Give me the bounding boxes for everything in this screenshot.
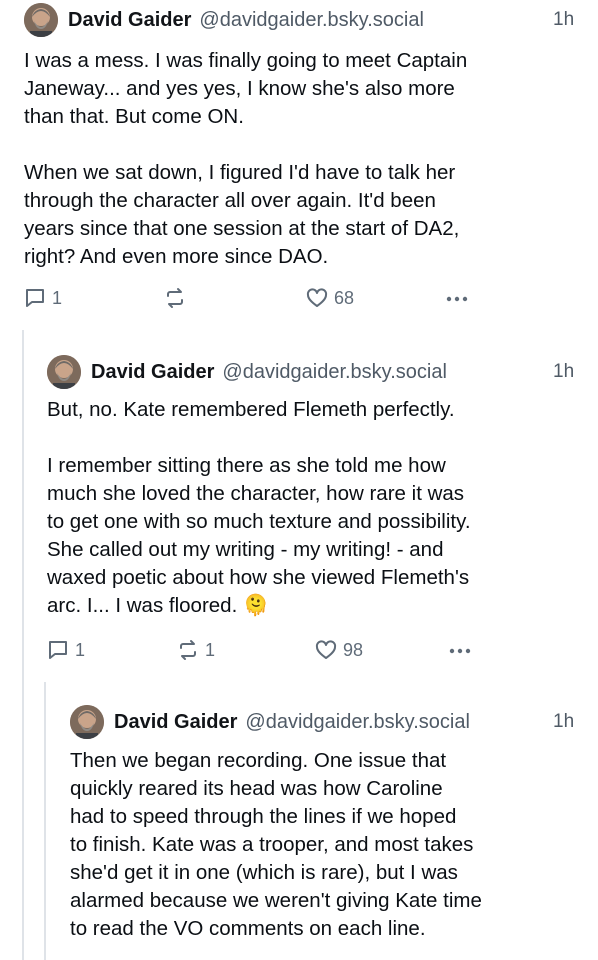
post-header: David Gaider @davidgaider.bsky.social [91, 355, 447, 389]
speech-bubble-icon [24, 287, 46, 309]
repost-button[interactable] [164, 283, 192, 313]
thread-line [22, 330, 24, 960]
author-name[interactable]: David Gaider [68, 3, 191, 37]
ellipsis-icon [444, 287, 470, 309]
speech-bubble-icon [47, 639, 69, 661]
author-handle[interactable]: @davidgaider.bsky.social [199, 3, 424, 37]
repost-arrows-icon [177, 639, 199, 661]
post-1[interactable]: David Gaider @davidgaider.bsky.social 1h… [24, 3, 584, 323]
author-handle[interactable]: @davidgaider.bsky.social [245, 705, 470, 739]
timestamp[interactable]: 1h [553, 355, 574, 389]
more-options-button[interactable] [447, 635, 473, 665]
like-button[interactable]: 98 [315, 635, 363, 665]
like-button[interactable]: 68 [306, 283, 354, 313]
post-paragraph: But, no. Kate remembered Flemeth perfect… [47, 398, 455, 421]
post-actions: 1 1 98 [47, 635, 584, 665]
post-paragraph: I was a mess. I was finally going to mee… [24, 49, 468, 128]
heart-outline-icon [315, 639, 337, 661]
repost-button[interactable]: 1 [177, 635, 215, 665]
author-handle[interactable]: @davidgaider.bsky.social [222, 355, 447, 389]
reply-count: 1 [75, 639, 86, 660]
post-2[interactable]: David Gaider @davidgaider.bsky.social 1h… [47, 355, 584, 675]
post-paragraph: Then we began recording. One issue that … [70, 749, 482, 940]
post-actions: 1 68 [24, 283, 584, 313]
post-header: David Gaider @davidgaider.bsky.social [114, 705, 470, 739]
post-body: I was a mess. I was finally going to mee… [24, 47, 584, 271]
like-count: 98 [343, 639, 364, 660]
post-body: But, no. Kate remembered Flemeth perfect… [47, 396, 584, 620]
post-paragraph: When we sat down, I figured I'd have to … [24, 161, 460, 268]
post-3[interactable]: David Gaider @davidgaider.bsky.social 1h… [70, 705, 584, 960]
ellipsis-icon [447, 639, 473, 661]
post-header: David Gaider @davidgaider.bsky.social [68, 3, 424, 37]
repost-arrows-icon [164, 287, 186, 309]
repost-count: 1 [205, 639, 216, 660]
more-options-button[interactable] [444, 283, 470, 313]
reply-count: 1 [52, 287, 63, 308]
heart-outline-icon [306, 287, 328, 309]
avatar[interactable] [70, 705, 104, 739]
like-count: 68 [334, 287, 355, 308]
timestamp[interactable]: 1h [553, 705, 574, 739]
post-paragraph: I remember sitting there as she told me … [47, 454, 471, 617]
avatar[interactable] [24, 3, 58, 37]
reply-button[interactable]: 1 [24, 283, 62, 313]
reply-button[interactable]: 1 [47, 635, 85, 665]
post-body: Then we began recording. One issue that … [70, 747, 584, 943]
timestamp[interactable]: 1h [553, 3, 574, 37]
avatar[interactable] [47, 355, 81, 389]
thread-line [44, 682, 46, 960]
author-name[interactable]: David Gaider [114, 705, 237, 739]
author-name[interactable]: David Gaider [91, 355, 214, 389]
